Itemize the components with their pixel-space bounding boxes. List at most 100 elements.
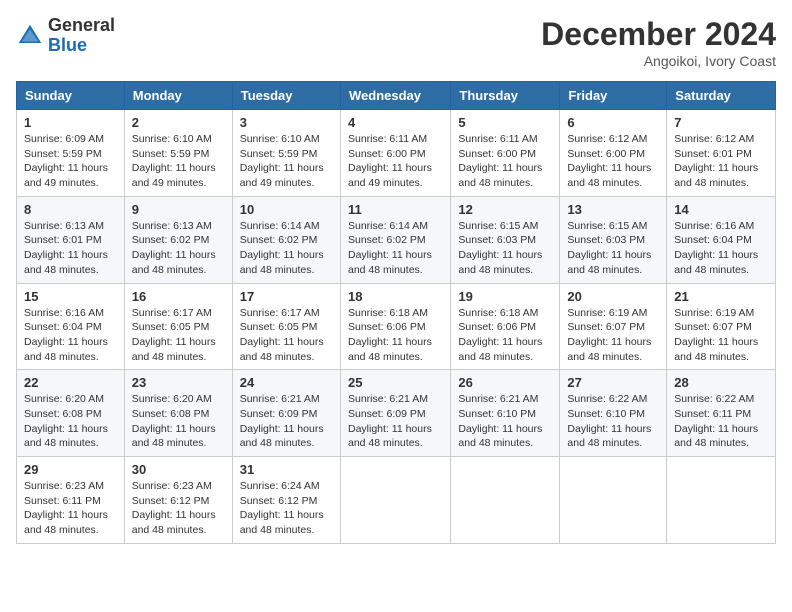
calendar-day-cell: 23 Sunrise: 6:20 AMSunset: 6:08 PMDaylig… xyxy=(124,370,232,457)
location: Angoikoi, Ivory Coast xyxy=(541,53,776,69)
day-content: Sunrise: 6:12 AMSunset: 6:00 PMDaylight:… xyxy=(567,132,659,191)
calendar-day-cell: 5 Sunrise: 6:11 AMSunset: 6:00 PMDayligh… xyxy=(451,110,560,197)
day-number: 31 xyxy=(240,462,333,477)
calendar-day-cell: 28 Sunrise: 6:22 AMSunset: 6:11 PMDaylig… xyxy=(667,370,776,457)
calendar-day-cell: 25 Sunrise: 6:21 AMSunset: 6:09 PMDaylig… xyxy=(340,370,450,457)
day-number: 23 xyxy=(132,375,225,390)
day-content: Sunrise: 6:18 AMSunset: 6:06 PMDaylight:… xyxy=(348,306,443,365)
calendar-day-cell: 2 Sunrise: 6:10 AMSunset: 5:59 PMDayligh… xyxy=(124,110,232,197)
day-number: 18 xyxy=(348,289,443,304)
day-content: Sunrise: 6:13 AMSunset: 6:01 PMDaylight:… xyxy=(24,219,117,278)
day-content: Sunrise: 6:09 AMSunset: 5:59 PMDaylight:… xyxy=(24,132,117,191)
day-of-week-header: Wednesday xyxy=(340,82,450,110)
calendar-table: SundayMondayTuesdayWednesdayThursdayFrid… xyxy=(16,81,776,544)
month-year: December 2024 xyxy=(541,16,776,53)
day-content: Sunrise: 6:14 AMSunset: 6:02 PMDaylight:… xyxy=(348,219,443,278)
day-number: 16 xyxy=(132,289,225,304)
day-of-week-header: Sunday xyxy=(17,82,125,110)
day-content: Sunrise: 6:23 AMSunset: 6:12 PMDaylight:… xyxy=(132,479,225,538)
day-number: 3 xyxy=(240,115,333,130)
calendar-day-cell xyxy=(667,457,776,544)
day-number: 29 xyxy=(24,462,117,477)
calendar-day-cell: 6 Sunrise: 6:12 AMSunset: 6:00 PMDayligh… xyxy=(560,110,667,197)
day-number: 8 xyxy=(24,202,117,217)
day-content: Sunrise: 6:11 AMSunset: 6:00 PMDaylight:… xyxy=(458,132,552,191)
day-content: Sunrise: 6:18 AMSunset: 6:06 PMDaylight:… xyxy=(458,306,552,365)
day-of-week-header: Friday xyxy=(560,82,667,110)
day-number: 20 xyxy=(567,289,659,304)
calendar-week-row: 8 Sunrise: 6:13 AMSunset: 6:01 PMDayligh… xyxy=(17,196,776,283)
day-number: 19 xyxy=(458,289,552,304)
calendar-day-cell xyxy=(340,457,450,544)
calendar-day-cell xyxy=(560,457,667,544)
day-content: Sunrise: 6:24 AMSunset: 6:12 PMDaylight:… xyxy=(240,479,333,538)
day-content: Sunrise: 6:22 AMSunset: 6:11 PMDaylight:… xyxy=(674,392,768,451)
calendar-week-row: 1 Sunrise: 6:09 AMSunset: 5:59 PMDayligh… xyxy=(17,110,776,197)
calendar-day-cell: 1 Sunrise: 6:09 AMSunset: 5:59 PMDayligh… xyxy=(17,110,125,197)
day-number: 13 xyxy=(567,202,659,217)
calendar-day-cell: 18 Sunrise: 6:18 AMSunset: 6:06 PMDaylig… xyxy=(340,283,450,370)
day-number: 30 xyxy=(132,462,225,477)
calendar-day-cell: 17 Sunrise: 6:17 AMSunset: 6:05 PMDaylig… xyxy=(232,283,340,370)
day-number: 4 xyxy=(348,115,443,130)
calendar-day-cell: 16 Sunrise: 6:17 AMSunset: 6:05 PMDaylig… xyxy=(124,283,232,370)
day-content: Sunrise: 6:19 AMSunset: 6:07 PMDaylight:… xyxy=(567,306,659,365)
day-content: Sunrise: 6:20 AMSunset: 6:08 PMDaylight:… xyxy=(132,392,225,451)
page-header: General Blue December 2024 Angoikoi, Ivo… xyxy=(16,16,776,69)
day-number: 27 xyxy=(567,375,659,390)
day-number: 9 xyxy=(132,202,225,217)
day-number: 17 xyxy=(240,289,333,304)
day-of-week-header: Saturday xyxy=(667,82,776,110)
day-number: 22 xyxy=(24,375,117,390)
day-content: Sunrise: 6:15 AMSunset: 6:03 PMDaylight:… xyxy=(458,219,552,278)
day-number: 11 xyxy=(348,202,443,217)
day-content: Sunrise: 6:13 AMSunset: 6:02 PMDaylight:… xyxy=(132,219,225,278)
calendar-week-row: 15 Sunrise: 6:16 AMSunset: 6:04 PMDaylig… xyxy=(17,283,776,370)
day-number: 15 xyxy=(24,289,117,304)
logo-text: General Blue xyxy=(48,16,115,56)
day-content: Sunrise: 6:16 AMSunset: 6:04 PMDaylight:… xyxy=(24,306,117,365)
day-number: 6 xyxy=(567,115,659,130)
day-number: 24 xyxy=(240,375,333,390)
day-content: Sunrise: 6:22 AMSunset: 6:10 PMDaylight:… xyxy=(567,392,659,451)
day-number: 21 xyxy=(674,289,768,304)
day-content: Sunrise: 6:21 AMSunset: 6:09 PMDaylight:… xyxy=(348,392,443,451)
day-number: 2 xyxy=(132,115,225,130)
day-content: Sunrise: 6:16 AMSunset: 6:04 PMDaylight:… xyxy=(674,219,768,278)
day-content: Sunrise: 6:17 AMSunset: 6:05 PMDaylight:… xyxy=(240,306,333,365)
calendar-week-row: 29 Sunrise: 6:23 AMSunset: 6:11 PMDaylig… xyxy=(17,457,776,544)
calendar-day-cell: 19 Sunrise: 6:18 AMSunset: 6:06 PMDaylig… xyxy=(451,283,560,370)
calendar-day-cell: 24 Sunrise: 6:21 AMSunset: 6:09 PMDaylig… xyxy=(232,370,340,457)
day-number: 26 xyxy=(458,375,552,390)
day-of-week-header: Thursday xyxy=(451,82,560,110)
logo: General Blue xyxy=(16,16,115,56)
day-of-week-header: Monday xyxy=(124,82,232,110)
calendar-day-cell: 14 Sunrise: 6:16 AMSunset: 6:04 PMDaylig… xyxy=(667,196,776,283)
calendar-week-row: 22 Sunrise: 6:20 AMSunset: 6:08 PMDaylig… xyxy=(17,370,776,457)
day-number: 10 xyxy=(240,202,333,217)
calendar-day-cell: 9 Sunrise: 6:13 AMSunset: 6:02 PMDayligh… xyxy=(124,196,232,283)
day-content: Sunrise: 6:19 AMSunset: 6:07 PMDaylight:… xyxy=(674,306,768,365)
day-number: 1 xyxy=(24,115,117,130)
day-number: 25 xyxy=(348,375,443,390)
calendar-day-cell: 8 Sunrise: 6:13 AMSunset: 6:01 PMDayligh… xyxy=(17,196,125,283)
calendar-day-cell: 26 Sunrise: 6:21 AMSunset: 6:10 PMDaylig… xyxy=(451,370,560,457)
calendar-day-cell: 29 Sunrise: 6:23 AMSunset: 6:11 PMDaylig… xyxy=(17,457,125,544)
calendar-header-row: SundayMondayTuesdayWednesdayThursdayFrid… xyxy=(17,82,776,110)
day-content: Sunrise: 6:15 AMSunset: 6:03 PMDaylight:… xyxy=(567,219,659,278)
calendar-day-cell xyxy=(451,457,560,544)
logo-icon xyxy=(16,22,44,50)
calendar-day-cell: 12 Sunrise: 6:15 AMSunset: 6:03 PMDaylig… xyxy=(451,196,560,283)
day-content: Sunrise: 6:12 AMSunset: 6:01 PMDaylight:… xyxy=(674,132,768,191)
calendar-day-cell: 7 Sunrise: 6:12 AMSunset: 6:01 PMDayligh… xyxy=(667,110,776,197)
calendar-day-cell: 22 Sunrise: 6:20 AMSunset: 6:08 PMDaylig… xyxy=(17,370,125,457)
day-content: Sunrise: 6:10 AMSunset: 5:59 PMDaylight:… xyxy=(132,132,225,191)
calendar-day-cell: 20 Sunrise: 6:19 AMSunset: 6:07 PMDaylig… xyxy=(560,283,667,370)
calendar-day-cell: 4 Sunrise: 6:11 AMSunset: 6:00 PMDayligh… xyxy=(340,110,450,197)
day-number: 5 xyxy=(458,115,552,130)
calendar-day-cell: 15 Sunrise: 6:16 AMSunset: 6:04 PMDaylig… xyxy=(17,283,125,370)
day-content: Sunrise: 6:21 AMSunset: 6:09 PMDaylight:… xyxy=(240,392,333,451)
calendar-day-cell: 31 Sunrise: 6:24 AMSunset: 6:12 PMDaylig… xyxy=(232,457,340,544)
day-of-week-header: Tuesday xyxy=(232,82,340,110)
calendar-day-cell: 3 Sunrise: 6:10 AMSunset: 5:59 PMDayligh… xyxy=(232,110,340,197)
